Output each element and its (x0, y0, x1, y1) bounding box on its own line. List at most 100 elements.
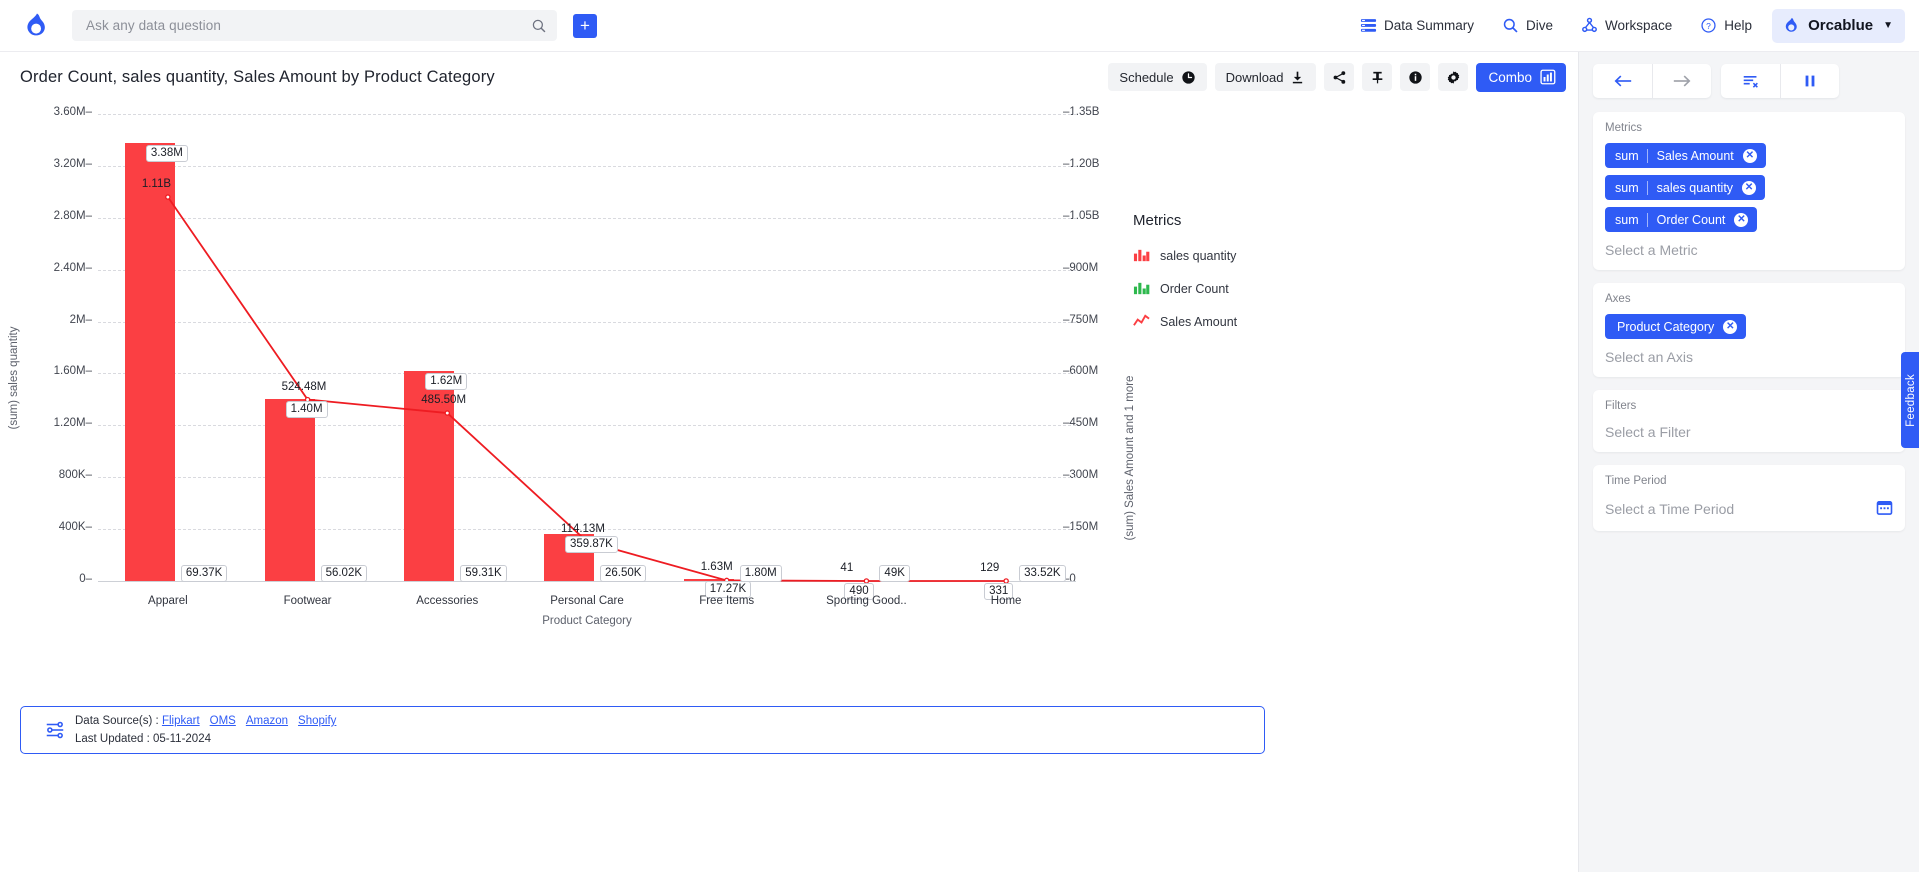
orcablue-droplet-logo (26, 13, 45, 36)
footer-updated-row: Last Updated : 05-11-2024 (75, 730, 346, 748)
workspace-share-icon (1582, 17, 1597, 33)
profile-label: Orcablue (1808, 17, 1874, 34)
chip-aggregation: sum (1615, 180, 1639, 195)
arrow-left-icon (1614, 75, 1631, 87)
add-button[interactable]: + (573, 13, 597, 38)
search-input[interactable]: Ask any data question (72, 10, 557, 41)
chip-field: Order Count (1656, 212, 1726, 227)
footer-source-link[interactable]: OMS (210, 715, 236, 727)
line-chart-icon (1133, 314, 1150, 326)
footer-sources-label: Data Source(s) : (75, 715, 159, 727)
footer-source-link[interactable]: Amazon (246, 715, 288, 727)
legend-title: Metrics (1133, 212, 1182, 229)
search-icon (1503, 18, 1518, 33)
schedule-button[interactable]: Schedule (1108, 63, 1207, 91)
calendar-icon (1876, 501, 1893, 515)
settings-button[interactable] (1438, 63, 1469, 91)
x-tick-label: Apparel (148, 595, 188, 607)
x-tick-label: Footwear (283, 595, 332, 607)
time-period-row[interactable]: Select a Time Period (1605, 496, 1893, 519)
metrics-label: Metrics (1605, 122, 1643, 134)
nav-item-data-summary[interactable]: Data Summary (1346, 0, 1488, 52)
svg-text:?: ? (1706, 21, 1711, 31)
bar-chart-icon (1133, 282, 1150, 295)
app-logo[interactable] (0, 12, 72, 39)
download-icon (1293, 71, 1303, 83)
nav-item-label: Help (1724, 18, 1753, 33)
filters-card: Filters Select a Filter (1593, 390, 1905, 452)
top-navigation-bar: Ask any data question + Data Summary Div… (0, 0, 1919, 52)
nav-item-dive[interactable]: Dive (1488, 0, 1567, 52)
footer-source-link[interactable]: Shopify (298, 715, 336, 727)
chip-aggregation: sum (1615, 148, 1639, 163)
x-tick-label: Sporting Good.. (826, 595, 907, 607)
legend-item-label: Order Count (1160, 281, 1229, 296)
metric-chip[interactable]: sum Sales Amount ✕ (1605, 143, 1766, 168)
profile-menu-button[interactable]: Orcablue ▼ (1772, 8, 1905, 43)
chip-remove-icon[interactable]: ✕ (1734, 212, 1749, 227)
axes-card: Axes Product Category ✕ Select an Axis (1593, 283, 1905, 377)
metric-chip[interactable]: sum Order Count ✕ (1605, 207, 1758, 232)
chart-legend: Metrics sales quantity Order Count Sales A… (1133, 212, 1333, 346)
x-axis-title: Product Category (542, 615, 632, 627)
time-period-placeholder: Select a Time Period (1605, 501, 1735, 517)
chart-action-buttons: Schedule Download Combo (1108, 62, 1566, 92)
footer-updated-value: 05-11-2024 (153, 733, 211, 745)
legend-items: sales quantity Order Count Sales Amount (1133, 247, 1333, 330)
nav-item-workspace[interactable]: Workspace (1567, 0, 1686, 52)
metrics-card: Metrics sum Sales Amount ✕ sum sales quantit… (1593, 112, 1905, 270)
data-source-icon (46, 721, 64, 739)
axis-placeholder[interactable]: Select an Axis (1605, 346, 1893, 365)
pin-icon (1372, 71, 1383, 83)
footer-updated-label: Last Updated : (75, 733, 150, 745)
pause-button[interactable] (1780, 64, 1839, 98)
info-button[interactable] (1400, 63, 1431, 91)
x-axis-ticks: Apparel Footwear Accessories Personal Care F… (0, 102, 1578, 662)
axis-chips: Product Category ✕ (1605, 314, 1893, 346)
time-period-card: Time Period Select a Time Period (1593, 465, 1905, 531)
download-button[interactable]: Download (1214, 63, 1317, 91)
footer-source-link[interactable]: Flipkart (162, 715, 200, 727)
feedback-tab[interactable]: Feedback (1901, 352, 1919, 448)
filter-placeholder[interactable]: Select a Filter (1605, 421, 1893, 440)
clear-filters-button[interactable] (1721, 64, 1780, 98)
chart-type-combo-button[interactable]: Combo (1476, 62, 1566, 92)
droplet-icon (1785, 17, 1797, 32)
chevron-down-icon: ▼ (1883, 20, 1893, 31)
search-icon[interactable] (531, 18, 547, 34)
help-circle-icon: ? (1701, 18, 1716, 33)
chip-remove-icon[interactable]: ✕ (1742, 180, 1757, 195)
download-label: Download (1225, 69, 1284, 85)
add-button-label: + (580, 16, 590, 35)
clock-icon (1181, 70, 1195, 84)
metric-placeholder[interactable]: Select a Metric (1605, 239, 1893, 258)
data-summary-icon (1360, 19, 1377, 32)
chip-remove-icon[interactable]: ✕ (1742, 148, 1757, 163)
chip-remove-icon[interactable]: ✕ (1723, 319, 1738, 334)
calendar-icon[interactable] (1876, 499, 1893, 519)
axis-chip[interactable]: Product Category ✕ (1605, 314, 1747, 339)
schedule-label: Schedule (1119, 69, 1174, 85)
chip-field: Sales Amount (1656, 148, 1734, 163)
time-period-label: Time Period (1605, 475, 1667, 487)
share-button[interactable] (1324, 63, 1355, 91)
chart-toolbar: Order Count, sales quantity, Sales Amoun… (0, 52, 1578, 102)
legend-item[interactable]: Sales Amount (1133, 313, 1333, 330)
nav-item-label: Dive (1526, 18, 1554, 33)
combo-chart-icon (1540, 69, 1556, 85)
chart-region: Order Count, sales quantity, Sales Amoun… (0, 52, 1578, 872)
pause-icon (1805, 75, 1815, 87)
footer-source-links: Flipkart OMS Amazon Shopify (162, 715, 346, 727)
chip-aggregation: sum (1615, 212, 1639, 227)
legend-item[interactable]: sales quantity (1133, 247, 1333, 264)
pin-button[interactable] (1362, 63, 1393, 91)
page-body: Order Count, sales quantity, Sales Amoun… (0, 52, 1919, 872)
x-tick-label: Free Items (699, 595, 755, 607)
nav-item-help[interactable]: ? Help (1686, 0, 1766, 52)
legend-item[interactable]: Order Count (1133, 280, 1333, 297)
back-button[interactable] (1593, 64, 1652, 98)
metric-chip[interactable]: sum sales quantity ✕ (1605, 175, 1766, 200)
forward-button[interactable] (1652, 64, 1711, 98)
arrow-right-icon (1673, 75, 1691, 87)
sidebar-nav-buttons (1593, 64, 1905, 98)
